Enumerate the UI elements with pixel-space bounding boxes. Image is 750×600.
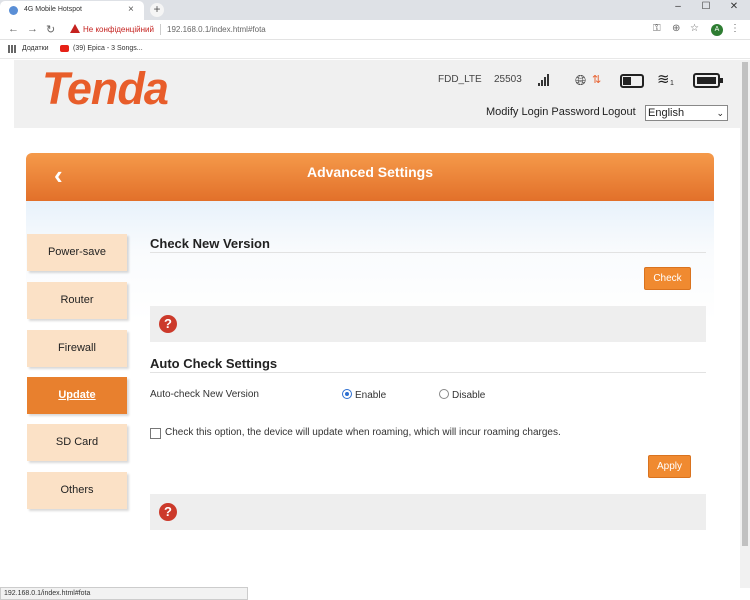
chevron-down-icon: ⌄ [716, 108, 724, 118]
help-icon[interactable]: ? [159, 315, 177, 333]
sidebar-item-sd-card[interactable]: SD Card [27, 424, 127, 461]
roaming-checkbox[interactable] [150, 428, 161, 439]
check-help-panel: ? [150, 306, 706, 342]
check-button[interactable]: Check [644, 267, 691, 290]
check-version-heading: Check New Version [150, 236, 270, 251]
signal-icon [538, 74, 550, 86]
roaming-label[interactable]: Check this option, the device will updat… [165, 427, 561, 438]
bookmarks-bar: Додатки (39) Epica - 3 Songs... [0, 40, 750, 59]
warning-icon [70, 24, 80, 33]
tab-strip: 4G Mobile Hotspot × + – ☐ ✕ [0, 0, 750, 20]
auto-check-help-panel: ? [150, 494, 706, 530]
page-content: Tenda FDD_LTE 25503 🌐︎ ⇅ ≋ 1 Modify Logi… [0, 60, 750, 588]
sidebar-item-firewall[interactable]: Firewall [27, 330, 127, 367]
browser-tab[interactable]: 4G Mobile Hotspot × [0, 1, 144, 20]
network-type: FDD_LTE [438, 74, 482, 85]
sidebar-item-others[interactable]: Others [27, 472, 127, 509]
divider [150, 252, 706, 253]
language-select[interactable]: English ⌄ [645, 105, 728, 121]
page-title: Advanced Settings [306, 164, 434, 180]
network-code: 25503 [494, 74, 522, 85]
new-tab-button[interactable]: + [150, 3, 164, 17]
menu-icon[interactable]: ⋮ [730, 23, 740, 34]
back-arrow-icon[interactable]: ← [8, 23, 19, 35]
tab-title: 4G Mobile Hotspot [24, 6, 82, 13]
key-icon[interactable]: ⚿ [653, 23, 661, 34]
modify-password-link[interactable]: Modify Login Password [486, 106, 600, 118]
status-bar: 192.168.0.1/index.html#fota [0, 587, 248, 600]
apply-button[interactable]: Apply [648, 455, 691, 478]
auto-check-label: Auto-check New Version [150, 389, 259, 400]
sidebar-item-update[interactable]: Update [27, 377, 127, 414]
profile-avatar[interactable]: A [711, 24, 723, 36]
enable-radio[interactable] [342, 389, 352, 399]
globe-icon [9, 6, 18, 15]
maximize-button[interactable]: ☐ [692, 0, 720, 16]
scrollbar[interactable] [740, 60, 750, 588]
language-value: English [648, 107, 685, 119]
url-separator [160, 24, 161, 35]
forward-arrow-icon[interactable]: → [27, 23, 38, 35]
apps-icon[interactable] [8, 45, 16, 53]
enable-label[interactable]: Enable [355, 390, 386, 401]
disable-label[interactable]: Disable [452, 390, 485, 401]
router-header: Tenda FDD_LTE 25503 🌐︎ ⇅ ≋ 1 Modify Logi… [14, 60, 740, 128]
close-window-button[interactable]: ✕ [720, 0, 748, 16]
bookmark-apps[interactable]: Додатки [22, 45, 49, 52]
bookmark-epica[interactable]: (39) Epica - 3 Songs... [73, 45, 143, 52]
sidebar-item-power-save[interactable]: Power-save [27, 234, 127, 271]
wifi-clients-count: 1 [670, 80, 674, 87]
data-transfer-icon: ⇅ [592, 74, 602, 86]
browser-toolbar: ← → ↻ Не конфіденційний 192.168.0.1/inde… [0, 20, 750, 40]
divider [150, 372, 706, 373]
sidebar-item-router[interactable]: Router [27, 282, 127, 319]
reload-icon[interactable]: ↻ [46, 23, 55, 36]
scrollbar-thumb[interactable] [742, 62, 748, 546]
auto-check-heading: Auto Check Settings [150, 356, 278, 371]
not-secure-label[interactable]: Не конфіденційний [83, 25, 154, 34]
logout-link[interactable]: Logout [602, 106, 636, 118]
tab-close-icon[interactable]: × [128, 4, 134, 15]
zoom-icon[interactable]: ⊕ [672, 23, 680, 34]
disable-radio[interactable] [439, 389, 449, 399]
internet-globe-icon: 🌐︎ [575, 72, 587, 88]
address-bar[interactable]: 192.168.0.1/index.html#fota [167, 25, 266, 34]
battery-icon [693, 73, 723, 88]
help-icon[interactable]: ? [159, 503, 177, 521]
advanced-settings-banner: ‹ Advanced Settings [26, 153, 714, 201]
youtube-icon [60, 45, 69, 52]
minimize-button[interactable]: – [664, 0, 692, 16]
tenda-logo: Tenda [42, 63, 169, 114]
wifi-icon: ≋ [657, 71, 670, 88]
sim-icon [620, 74, 644, 88]
star-icon[interactable]: ☆ [690, 23, 699, 34]
